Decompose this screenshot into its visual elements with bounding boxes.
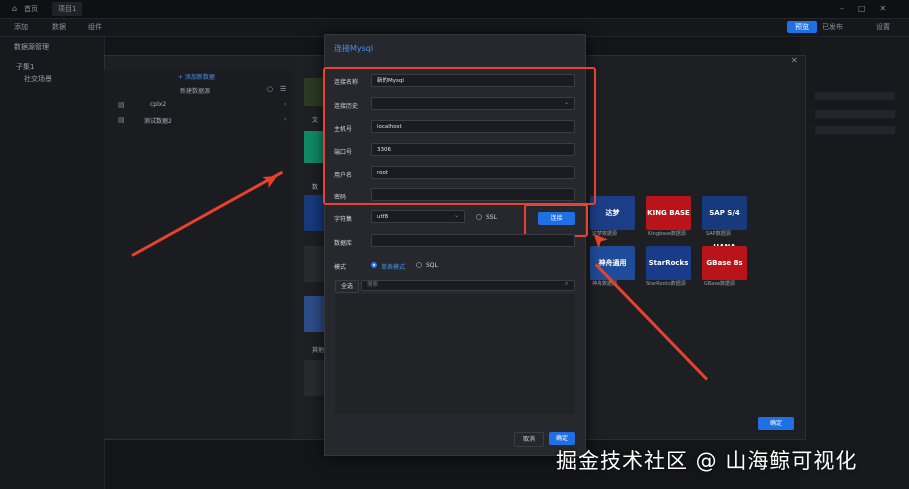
tile-caption: GBase数据源	[704, 281, 736, 287]
filter-icon[interactable]: ☰	[280, 85, 286, 93]
table-search-input[interactable]	[361, 280, 575, 291]
search-icon[interactable]: ○	[267, 85, 273, 93]
mode-option-label: 单表模式	[381, 264, 406, 271]
tile-text: GBase 8s	[706, 259, 743, 267]
top-bar	[0, 0, 909, 19]
home-icon[interactable]: ⌂	[12, 4, 17, 13]
section-label: 文	[312, 117, 319, 124]
table-list-area	[335, 294, 575, 414]
database-label: 数据库	[334, 240, 353, 247]
mode-single-table-radio[interactable]	[371, 262, 377, 268]
new-data-source-label: 新建数据源	[180, 88, 211, 95]
search-icon: ⌕	[565, 280, 569, 287]
bg-confirm-button[interactable]: 确定	[758, 417, 794, 430]
dialog-title: 连接Mysql	[334, 44, 374, 53]
tile-text: KING BASE	[647, 209, 690, 217]
section-label: 数	[312, 184, 319, 191]
mode-label: 模式	[334, 264, 347, 271]
left-panel-title: 数据源管理	[14, 43, 49, 51]
close-icon[interactable]: ✕	[791, 56, 798, 65]
preview-button[interactable]: 预览	[787, 21, 817, 33]
tile-partial[interactable]	[304, 296, 324, 332]
cancel-button[interactable]: 取消	[514, 432, 544, 447]
ssl-label: SSL	[486, 214, 497, 221]
chevron-down-icon: ⌄	[454, 212, 460, 219]
ssl-checkbox[interactable]	[476, 214, 482, 220]
highlight-box-connect	[524, 204, 588, 237]
toolbar-data[interactable]: 数据	[52, 21, 66, 33]
publish-button[interactable]: 已发布	[822, 21, 843, 33]
tile-caption: Kingbase数据源	[648, 231, 686, 237]
left-panel	[0, 37, 105, 489]
tile-partial[interactable]	[304, 360, 324, 396]
folder-icon: ▤	[118, 101, 125, 109]
mode-option-label: SQL	[426, 262, 438, 269]
chevron-right-icon: ›	[284, 116, 287, 123]
database-select[interactable]	[371, 234, 575, 247]
chevron-right-icon: ›	[284, 101, 287, 108]
left-panel-item[interactable]: 社交场景	[24, 74, 52, 84]
tab-home[interactable]: 首页	[18, 2, 44, 16]
tab-project[interactable]: 项目1	[52, 2, 83, 16]
toolbar-component[interactable]: 组件	[88, 21, 102, 33]
tile-text: 神舟通用	[598, 259, 627, 267]
right-panel-row	[815, 92, 895, 100]
section-label: 其他	[312, 347, 325, 354]
ok-button[interactable]: 确定	[549, 432, 575, 445]
tile-partial[interactable]	[304, 246, 324, 282]
right-panel-row	[815, 126, 895, 134]
tile-partial[interactable]	[304, 131, 324, 163]
tile-text: StarRocks	[648, 259, 689, 267]
tile-starrocks[interactable]: StarRocks	[646, 246, 691, 280]
tile-caption: StarRocks数据源	[646, 281, 686, 287]
charset-select[interactable]: utf8	[371, 210, 465, 223]
tile-dameng[interactable]: 达梦	[590, 196, 635, 230]
tile-gbase[interactable]: GBase 8s	[702, 246, 747, 280]
list-item[interactable]: cplx2	[150, 101, 166, 108]
watermark: 掘金技术社区 @ 山海鲸可视化	[556, 449, 858, 473]
add-data-link[interactable]: + 添加新数据	[178, 72, 215, 81]
right-panel-row	[815, 110, 895, 118]
highlight-box-fields	[323, 67, 596, 205]
folder-icon: ▤	[118, 116, 125, 124]
right-panel	[800, 37, 909, 489]
charset-label: 字符集	[334, 216, 353, 223]
tile-kingbase[interactable]: KING BASE	[646, 196, 691, 230]
window-controls[interactable]: –□✕	[840, 4, 900, 13]
toolbar-add[interactable]: 添加	[14, 21, 28, 33]
tile-partial[interactable]	[304, 195, 324, 231]
mode-sql-radio[interactable]	[416, 262, 422, 268]
list-item[interactable]: 测试数据2	[144, 116, 172, 125]
tile-text: 达梦	[605, 209, 620, 217]
left-panel-item[interactable]: 子集1	[16, 62, 34, 72]
tile-sap[interactable]: SAP S/4 HANA	[702, 196, 747, 251]
tile-partial[interactable]	[304, 78, 324, 106]
settings-button[interactable]: 设置	[876, 21, 890, 33]
select-all-button[interactable]: 全选	[335, 280, 359, 293]
tile-caption: SAP数据源	[706, 231, 731, 237]
